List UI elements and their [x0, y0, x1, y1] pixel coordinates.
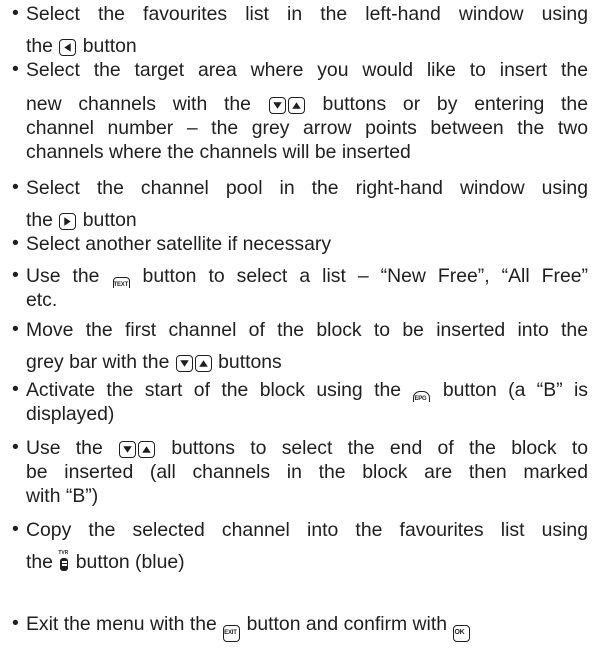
left-arrow-button-icon	[59, 39, 77, 56]
tvr-blue-button-icon: TVR	[58, 550, 70, 572]
epg-button-icon: EPG	[413, 391, 431, 402]
item-text: with “B”)	[26, 485, 99, 507]
bullet: •	[12, 176, 19, 198]
list-item: • Move the first channel of the block to…	[12, 318, 588, 374]
right-arrow-button-icon	[59, 213, 77, 230]
item-text: be inserted (all channels in the block a…	[26, 461, 588, 483]
item-text: button	[82, 209, 137, 231]
exit-button-icon: EXIT	[223, 625, 241, 642]
bullet: •	[12, 612, 19, 634]
down-arrow-button-icon	[175, 355, 193, 372]
item-text: the	[26, 551, 53, 573]
item-text: button (a “B” is	[442, 379, 588, 401]
item-text: Use the	[26, 437, 103, 459]
item-text: Exit the menu with the	[26, 613, 217, 635]
item-text: button (blue)	[75, 551, 185, 573]
item-text: Select the channel pool in the right-han…	[26, 177, 588, 199]
bullet: •	[12, 518, 19, 540]
item-text: Copy the selected channel into the favou…	[26, 519, 588, 541]
list-item: • Select the favourites list in the left…	[12, 2, 588, 58]
up-arrow-button-icon	[138, 441, 156, 458]
item-text: channels where the channels will be inse…	[26, 141, 411, 163]
list-item: • Select the channel pool in the right-h…	[12, 176, 588, 232]
item-text: Move the first channel of the block to b…	[26, 319, 588, 341]
item-text: buttons	[218, 351, 282, 373]
list-item: • Use the buttons to select the end of t…	[12, 436, 588, 508]
bullet: •	[12, 264, 19, 286]
item-text: buttons or by entering the	[322, 93, 588, 115]
bullet: •	[12, 318, 19, 340]
item-text: new channels with the	[26, 93, 251, 115]
item-text: etc.	[26, 289, 58, 311]
bullet: •	[12, 378, 19, 400]
key-body	[60, 558, 69, 571]
item-text: channel number – the grey arrow points b…	[26, 117, 588, 139]
item-text: Select another satellite if necessary	[26, 233, 332, 255]
up-arrow-button-icon	[287, 97, 305, 114]
bullet: •	[12, 2, 19, 24]
list-item: • Use the TEXT button to select a list –…	[12, 264, 588, 312]
ok-button-icon: OK	[453, 625, 471, 642]
item-text: buttons to select the end of the block t…	[171, 437, 588, 459]
item-text: the	[26, 209, 53, 231]
up-arrow-button-icon	[194, 355, 212, 372]
item-text: Select the favourites list in the left-h…	[26, 3, 588, 25]
down-arrow-button-icon	[268, 97, 286, 114]
item-text: Select the target area where you would l…	[26, 59, 588, 81]
item-text: Activate the start of the block using th…	[26, 379, 402, 401]
item-text: displayed)	[26, 403, 115, 425]
item-text: button and confirm with	[246, 613, 448, 635]
list-item: • Select another satellite if necessary	[12, 232, 588, 256]
item-text: the	[26, 35, 53, 57]
bullet: •	[12, 58, 19, 80]
bullet: •	[12, 232, 19, 254]
instruction-list: • Select the favourites list in the left…	[0, 0, 598, 648]
list-item: • Copy the selected channel into the fav…	[12, 518, 588, 574]
text-button-icon: TEXT	[112, 277, 130, 288]
item-text: Use the	[26, 265, 100, 287]
item-text: button	[82, 35, 137, 57]
list-item: • Select the target area where you would…	[12, 58, 588, 164]
tvr-label: TVR	[58, 550, 69, 556]
list-item: • Exit the menu with the EXIT button and…	[12, 612, 588, 642]
list-item: • Activate the start of the block using …	[12, 378, 588, 426]
item-text: grey bar with the	[26, 351, 170, 373]
bullet: •	[12, 436, 19, 458]
down-arrow-button-icon	[119, 441, 137, 458]
item-text: button to select a list – “New Free”, “A…	[142, 265, 588, 287]
